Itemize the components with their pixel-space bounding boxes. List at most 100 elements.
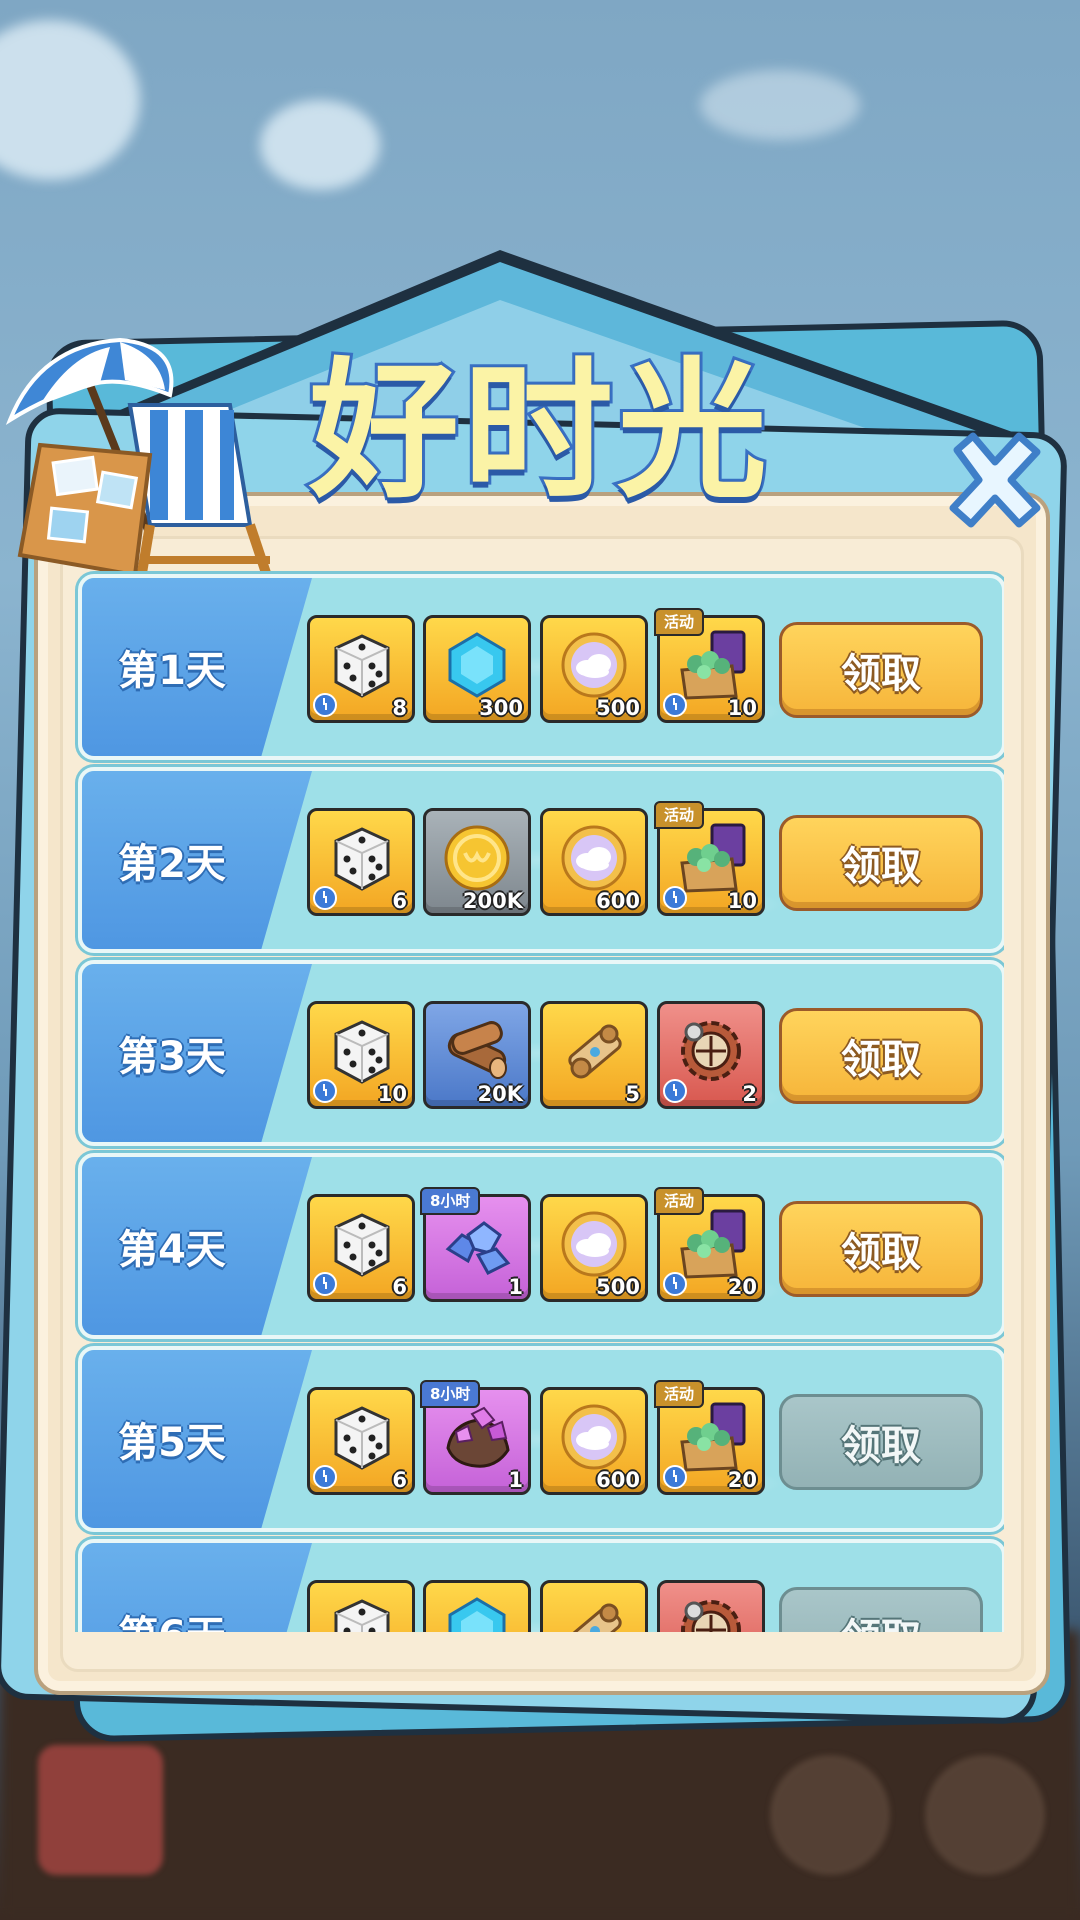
reward-item[interactable]: 500	[540, 1194, 648, 1302]
clock-icon	[313, 886, 337, 910]
reward-item[interactable]: 6	[307, 1194, 415, 1302]
daily-reward-row: 第1天 8 300 500 活动 10 领取	[78, 574, 1004, 760]
event-chest-icon	[672, 1398, 750, 1476]
event-chest-icon	[672, 626, 750, 704]
gear-compass-icon	[672, 1012, 750, 1090]
day-label: 第5天	[118, 1420, 226, 1466]
reward-quantity: 5	[625, 1082, 640, 1106]
dice-icon	[322, 1591, 400, 1632]
wood-log-icon	[438, 1012, 516, 1090]
reward-quantity: 200K	[462, 889, 523, 913]
claim-button[interactable]: 领取	[779, 815, 983, 911]
day-label: 第2天	[118, 841, 226, 887]
reward-item[interactable]: 8小时 1	[420, 1187, 531, 1302]
cloud-coin-icon	[555, 1398, 633, 1476]
clock-icon	[313, 1079, 337, 1103]
reward-item[interactable]: 600	[540, 808, 648, 916]
reward-quantity: 500	[596, 1275, 640, 1299]
reward-item[interactable]: 600	[540, 1387, 648, 1495]
reward-quantity: 8	[392, 696, 407, 720]
daily-reward-row: 第2天 6 200K 600 活动 10 领取	[78, 767, 1004, 953]
reward-item[interactable]: 活动 10	[654, 608, 765, 723]
daily-reward-row: 第3天 10 20K 5 2 领取	[78, 960, 1004, 1146]
dice-icon	[322, 1205, 400, 1283]
claim-button[interactable]: 领取	[779, 622, 983, 718]
gold-coin-icon	[438, 819, 516, 897]
reward-item[interactable]: 8	[307, 615, 415, 723]
cloud-coin-icon	[555, 819, 633, 897]
clock-icon	[663, 886, 687, 910]
reward-item[interactable]	[540, 1580, 648, 1632]
reward-item[interactable]: 200K	[423, 808, 531, 916]
reward-item[interactable]	[657, 1580, 765, 1632]
beach-chair-icon	[127, 403, 275, 587]
gear-compass-icon	[672, 1591, 750, 1632]
dice-icon	[322, 819, 400, 897]
claim-button[interactable]: 领取	[779, 1008, 983, 1104]
photo-board-icon	[17, 442, 153, 578]
reward-item[interactable]: 8小时 1	[420, 1380, 531, 1495]
reward-tag: 活动	[654, 608, 705, 636]
reward-quantity: 1	[508, 1468, 523, 1492]
reward-quantity: 10	[377, 1082, 407, 1106]
reward-quantity: 10	[727, 696, 757, 720]
reward-tag: 8小时	[420, 1187, 481, 1215]
reward-quantity: 1	[508, 1275, 523, 1299]
reward-item[interactable]: 5	[540, 1001, 648, 1109]
reward-item[interactable]: 活动 20	[654, 1187, 765, 1302]
reward-tag: 活动	[654, 801, 705, 829]
day-label: 第4天	[118, 1227, 226, 1273]
day-label: 第6天	[82, 1543, 262, 1632]
blue-ore-icon	[438, 1205, 516, 1283]
daily-reward-row: 第4天 6 8小时 1 500 活动 20 领取	[78, 1153, 1004, 1339]
clock-icon	[313, 1465, 337, 1489]
clock-icon	[663, 1465, 687, 1489]
cloud-coin-icon	[555, 626, 633, 704]
reward-quantity: 500	[596, 696, 640, 720]
day-label: 第3天	[118, 1034, 226, 1080]
background-back-button	[38, 1745, 163, 1875]
event-chest-icon	[672, 1205, 750, 1283]
reward-quantity: 6	[392, 1468, 407, 1492]
reward-quantity: 6	[392, 1275, 407, 1299]
blue-gem-icon	[438, 626, 516, 704]
dice-icon	[322, 626, 400, 704]
close-button[interactable]	[940, 425, 1050, 535]
dice-icon	[322, 1012, 400, 1090]
claim-button[interactable]: 领取	[779, 1587, 983, 1632]
reward-item[interactable]	[307, 1580, 415, 1632]
reward-quantity: 300	[479, 696, 523, 720]
reward-item[interactable]	[423, 1580, 531, 1632]
reward-tag: 8小时	[420, 1380, 481, 1408]
claim-button[interactable]: 领取	[779, 1394, 983, 1490]
reward-tag: 活动	[654, 1380, 705, 1408]
claim-button[interactable]: 领取	[779, 1201, 983, 1297]
reward-item[interactable]: 500	[540, 615, 648, 723]
blue-gem-icon	[438, 1591, 516, 1632]
clock-icon	[663, 1079, 687, 1103]
reward-tag: 活动	[654, 1187, 705, 1215]
reward-quantity: 600	[596, 1468, 640, 1492]
reward-item[interactable]: 20K	[423, 1001, 531, 1109]
reward-item[interactable]: 活动 20	[654, 1380, 765, 1495]
scroll-icon	[555, 1591, 633, 1632]
reward-quantity: 20	[727, 1275, 757, 1299]
reward-quantity: 10	[727, 889, 757, 913]
reward-item[interactable]: 300	[423, 615, 531, 723]
event-chest-icon	[672, 819, 750, 897]
day-label: 第1天	[118, 648, 226, 694]
clock-icon	[663, 1272, 687, 1296]
clock-icon	[663, 693, 687, 717]
reward-quantity: 600	[596, 889, 640, 913]
reward-item[interactable]: 10	[307, 1001, 415, 1109]
close-x-icon	[949, 432, 1041, 528]
scroll-icon	[555, 1012, 633, 1090]
reward-item[interactable]: 6	[307, 1387, 415, 1495]
reward-item[interactable]: 2	[657, 1001, 765, 1109]
reward-item[interactable]: 活动 10	[654, 801, 765, 916]
reward-item[interactable]: 6	[307, 808, 415, 916]
daily-reward-list[interactable]: 第1天 8 300 500 活动 10 领取 第2天 6 200K 600 活动…	[74, 570, 1004, 1632]
pink-ore-icon	[438, 1398, 516, 1476]
reward-quantity: 20K	[477, 1082, 524, 1106]
daily-reward-row: 第6天 领取	[78, 1539, 1004, 1632]
